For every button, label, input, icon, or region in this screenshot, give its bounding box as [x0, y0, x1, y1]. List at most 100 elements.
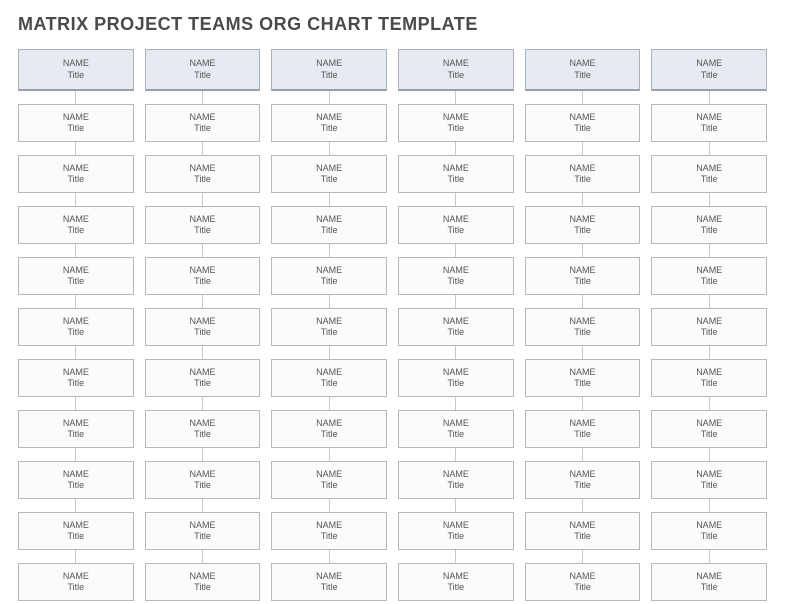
connector-line [75, 91, 76, 104]
org-node[interactable]: NAMETitle [398, 359, 514, 397]
connector-line [202, 448, 203, 461]
org-node-header[interactable]: NAMETitle [651, 49, 767, 91]
org-node[interactable]: NAMETitle [145, 206, 261, 244]
org-node[interactable]: NAMETitle [18, 257, 134, 295]
org-node[interactable]: NAMETitle [398, 104, 514, 142]
connector-line [455, 142, 456, 155]
org-node-name: NAME [190, 571, 216, 582]
connector-line [202, 91, 203, 104]
org-node-name: NAME [316, 112, 342, 123]
org-node-header[interactable]: NAMETitle [145, 49, 261, 91]
org-node-name: NAME [570, 316, 596, 327]
org-node[interactable]: NAMETitle [271, 104, 387, 142]
org-node-header[interactable]: NAMETitle [398, 49, 514, 91]
org-node[interactable]: NAMETitle [271, 461, 387, 499]
org-node[interactable]: NAMETitle [18, 308, 134, 346]
connector-line [455, 499, 456, 512]
org-node[interactable]: NAMETitle [398, 461, 514, 499]
org-node-header[interactable]: NAMETitle [525, 49, 641, 91]
org-node[interactable]: NAMETitle [398, 155, 514, 193]
org-node[interactable]: NAMETitle [145, 359, 261, 397]
org-node[interactable]: NAMETitle [18, 410, 134, 448]
org-node[interactable]: NAMETitle [651, 206, 767, 244]
org-node[interactable]: NAMETitle [398, 257, 514, 295]
org-node[interactable]: NAMETitle [651, 512, 767, 550]
org-node[interactable]: NAMETitle [145, 461, 261, 499]
org-node[interactable]: NAMETitle [525, 563, 641, 601]
org-node[interactable]: NAMETitle [271, 512, 387, 550]
org-node[interactable]: NAMETitle [271, 359, 387, 397]
org-node[interactable]: NAMETitle [525, 206, 641, 244]
org-node[interactable]: NAMETitle [525, 359, 641, 397]
org-node[interactable]: NAMETitle [525, 512, 641, 550]
connector-line [582, 193, 583, 206]
org-node[interactable]: NAMETitle [651, 410, 767, 448]
org-node-name: NAME [696, 367, 722, 378]
org-node-title: Title [448, 225, 465, 236]
org-node[interactable]: NAMETitle [271, 308, 387, 346]
org-node-name: NAME [443, 571, 469, 582]
org-node[interactable]: NAMETitle [651, 461, 767, 499]
org-node-name: NAME [443, 163, 469, 174]
org-node[interactable]: NAMETitle [398, 410, 514, 448]
org-node-title: Title [701, 70, 718, 81]
connector-line [202, 244, 203, 257]
org-node[interactable]: NAMETitle [271, 257, 387, 295]
org-node[interactable]: NAMETitle [651, 257, 767, 295]
org-node[interactable]: NAMETitle [398, 206, 514, 244]
org-node[interactable]: NAMETitle [398, 563, 514, 601]
org-node-title: Title [448, 480, 465, 491]
org-node-title: Title [321, 480, 338, 491]
org-node[interactable]: NAMETitle [525, 257, 641, 295]
org-node[interactable]: NAMETitle [145, 257, 261, 295]
connector-line [75, 550, 76, 563]
org-node[interactable]: NAMETitle [651, 308, 767, 346]
org-node[interactable]: NAMETitle [271, 155, 387, 193]
org-node-title: Title [701, 327, 718, 338]
org-node-header[interactable]: NAMETitle [18, 49, 134, 91]
connector-line [75, 244, 76, 257]
org-node[interactable]: NAMETitle [398, 308, 514, 346]
org-node[interactable]: NAMETitle [18, 563, 134, 601]
org-node-title: Title [194, 123, 211, 134]
org-node[interactable]: NAMETitle [651, 155, 767, 193]
org-node-title: Title [194, 225, 211, 236]
connector-line [709, 91, 710, 104]
org-node[interactable]: NAMETitle [145, 155, 261, 193]
org-node[interactable]: NAMETitle [525, 410, 641, 448]
org-node[interactable]: NAMETitle [145, 512, 261, 550]
connector-line [582, 142, 583, 155]
org-node-name: NAME [570, 571, 596, 582]
org-node-title: Title [448, 531, 465, 542]
org-node[interactable]: NAMETitle [18, 155, 134, 193]
org-node[interactable]: NAMETitle [145, 563, 261, 601]
org-node-title: Title [448, 429, 465, 440]
org-node[interactable]: NAMETitle [525, 308, 641, 346]
org-node[interactable]: NAMETitle [18, 461, 134, 499]
org-node[interactable]: NAMETitle [525, 155, 641, 193]
org-node-title: Title [701, 123, 718, 134]
org-node-title: Title [448, 582, 465, 593]
org-node[interactable]: NAMETitle [525, 104, 641, 142]
org-node[interactable]: NAMETitle [525, 461, 641, 499]
org-node-name: NAME [696, 316, 722, 327]
org-node-header[interactable]: NAMETitle [271, 49, 387, 91]
org-node[interactable]: NAMETitle [651, 359, 767, 397]
org-node[interactable]: NAMETitle [18, 359, 134, 397]
org-node[interactable]: NAMETitle [145, 410, 261, 448]
org-node[interactable]: NAMETitle [271, 206, 387, 244]
connector-line [582, 397, 583, 410]
org-node[interactable]: NAMETitle [145, 104, 261, 142]
org-node[interactable]: NAMETitle [398, 512, 514, 550]
connector-line [75, 142, 76, 155]
org-node[interactable]: NAMETitle [271, 563, 387, 601]
org-node[interactable]: NAMETitle [18, 512, 134, 550]
org-node[interactable]: NAMETitle [651, 563, 767, 601]
connector-line [582, 499, 583, 512]
org-node[interactable]: NAMETitle [651, 104, 767, 142]
org-node[interactable]: NAMETitle [145, 308, 261, 346]
org-node[interactable]: NAMETitle [18, 206, 134, 244]
org-node[interactable]: NAMETitle [271, 410, 387, 448]
org-node-name: NAME [443, 316, 469, 327]
org-node[interactable]: NAMETitle [18, 104, 134, 142]
